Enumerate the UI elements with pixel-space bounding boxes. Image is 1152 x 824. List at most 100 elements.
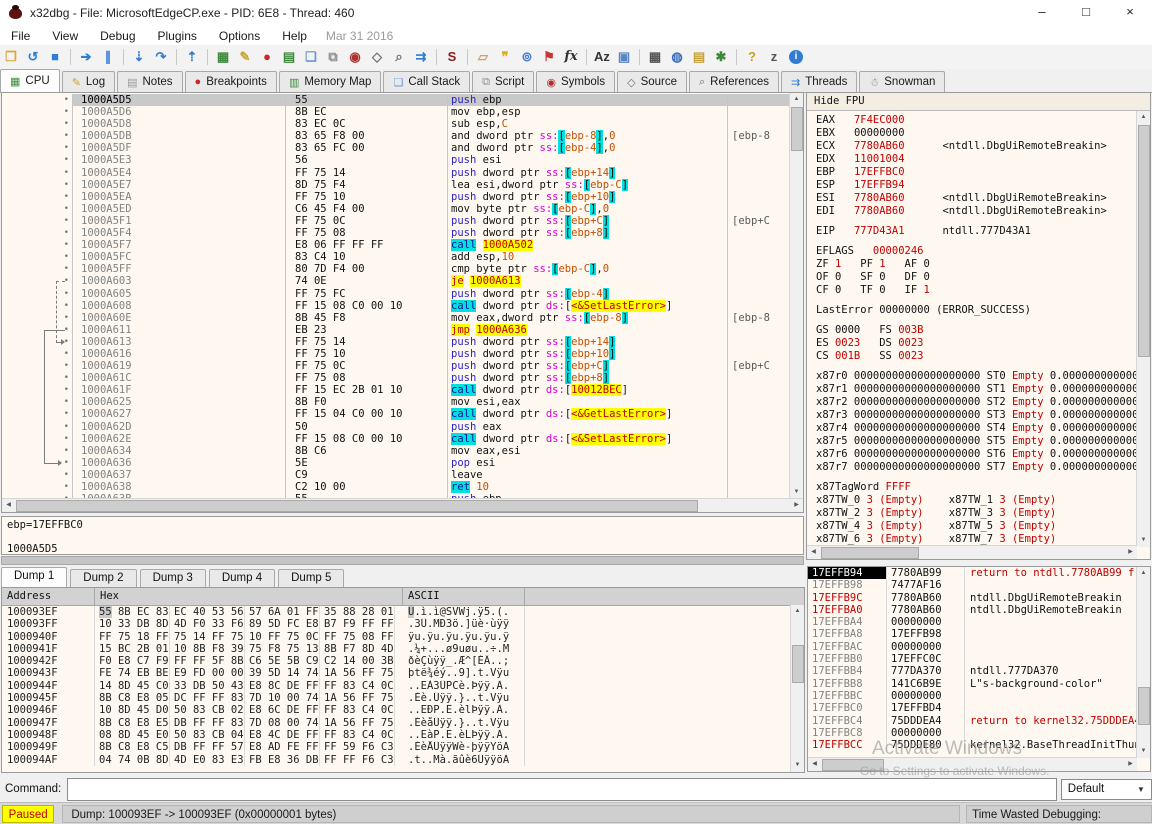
stack-horizontal-scrollbar[interactable]: ◀ ▶ (808, 757, 1137, 771)
breakpoint-dot-icon[interactable]: • (2, 130, 72, 142)
disasm-row[interactable]: •1000A61FFF 15 EC 2B 01 10call dword ptr… (2, 384, 790, 396)
dump-row[interactable]: 1000948F08 8D 45 E050 83 CB 04E8 4C DE F… (2, 729, 804, 741)
breakpoint-dot-icon[interactable]: • (2, 154, 72, 166)
registers-horizontal-scrollbar[interactable]: ◀ ▶ (807, 545, 1137, 559)
run-to-return-icon[interactable]: ⇡ (181, 47, 203, 67)
disasm-row[interactable]: •1000A5EAFF 75 10push dword ptr ss:[ebp+… (2, 191, 790, 203)
breakpoint-icon[interactable]: ● (256, 47, 278, 67)
tab-notes[interactable]: ▤Notes (117, 71, 182, 92)
patches-icon[interactable]: ▱ (472, 47, 494, 67)
register-line[interactable]: x87TagWord FFFF (816, 481, 1137, 494)
register-line[interactable]: x87r5 00000000000000000000 ST5 Empty 0.0… (816, 435, 1137, 448)
bookmarks-icon[interactable]: ⚑ (538, 47, 560, 67)
dump-row[interactable]: 1000947F8B C8 E8 E5DB FF FF 837D 08 00 7… (2, 717, 804, 729)
tab-threads[interactable]: ⇉Threads (781, 71, 857, 92)
register-line[interactable]: CS 001B SS 0023 (816, 350, 1137, 363)
dump-tab-4[interactable]: Dump 4 (209, 569, 275, 587)
stack-row[interactable]: 17EFFBC800000000 (808, 727, 1150, 739)
disasm-row[interactable]: •1000A6258B F0mov esi,eax (2, 396, 790, 408)
menu-item-options[interactable]: Options (208, 29, 271, 43)
source-icon[interactable]: ◇ (366, 47, 388, 67)
stack-row[interactable]: 17EFFBAC00000000 (808, 641, 1150, 653)
stack-vertical-scrollbar[interactable]: ▲ ▼ (1136, 567, 1150, 758)
registers-vertical-scrollbar[interactable]: ▲ ▼ (1136, 111, 1150, 547)
register-line[interactable]: EAX 7F4EC000 (816, 114, 1137, 127)
threads-icon[interactable]: ⇉ (410, 47, 432, 67)
disasm-row[interactable]: •1000A61CFF 75 08push dword ptr ss:[ebp+… (2, 372, 790, 384)
disasm-row[interactable]: •1000A5FF80 7D F4 00cmp byte ptr ss:[ebp… (2, 263, 790, 275)
modules-icon[interactable]: ▣ (613, 47, 635, 67)
disasm-row[interactable]: •1000A5DF83 65 FC 00and dword ptr ss:[eb… (2, 142, 790, 154)
disasm-row[interactable]: •1000A62D50push eax (2, 421, 790, 433)
breakpoint-dot-icon[interactable]: • (2, 239, 72, 251)
breakpoint-dot-icon[interactable]: • (2, 191, 72, 203)
dump-row[interactable]: 1000943FFE 74 EB BEE9 FD 00 0039 5D 14 7… (2, 667, 804, 679)
breakpoint-dot-icon[interactable]: • (2, 481, 72, 493)
open-file-icon[interactable]: ❐ (0, 47, 22, 67)
register-line[interactable]: ES 0023 DS 0023 (816, 337, 1137, 350)
stack-row[interactable]: 17EFFB947780AB99return to ntdll.7780AB99… (808, 567, 1150, 579)
register-line[interactable]: ECX 7780AB60 <ntdll.DbgUiRemoteBreakin> (816, 140, 1137, 153)
stack-row[interactable]: 17EFFB987477AF16 (808, 579, 1150, 591)
tab-call-stack[interactable]: ❏Call Stack (383, 71, 470, 92)
breakpoint-dot-icon[interactable]: • (2, 215, 72, 227)
register-line[interactable]: x87TW_2 3 (Empty) x87TW_3 3 (Empty) (816, 507, 1137, 520)
hide-fpu-button[interactable]: Hide FPU (807, 93, 1150, 111)
pane-splitter[interactable] (1, 556, 804, 565)
tab-symbols[interactable]: ◉Symbols (536, 71, 615, 92)
register-line[interactable]: LastError 00000000 (ERROR_SUCCESS) (816, 304, 1137, 317)
dump-vertical-scrollbar[interactable]: ▲ ▼ (790, 605, 804, 772)
tab-snowman[interactable]: ☃Snowman (859, 71, 945, 92)
disasm-row[interactable]: •1000A5E78D 75 F4lea esi,dword ptr ss:[e… (2, 179, 790, 191)
disasm-row[interactable]: •1000A616FF 75 10push dword ptr ss:[ebp+… (2, 348, 790, 360)
disasm-row[interactable]: •1000A6365Epop esi (2, 457, 790, 469)
register-line[interactable]: EDX 11001004 (816, 153, 1137, 166)
breakpoint-dot-icon[interactable]: • (2, 251, 72, 263)
stop-icon[interactable]: ■ (44, 47, 66, 67)
disassembly-vertical-scrollbar[interactable]: ▲ ▼ (789, 93, 803, 499)
maximize-button[interactable]: □ (1064, 0, 1108, 26)
disasm-row[interactable]: •1000A613FF 75 14push dword ptr ss:[ebp+… (2, 336, 790, 348)
calculator-icon[interactable]: ▦ (644, 47, 666, 67)
stack-row[interactable]: 17EFFBA07780AB60ntdll.DbgUiRemoteBreakin (808, 604, 1150, 616)
symbols-icon[interactable]: ◉ (344, 47, 366, 67)
close-button[interactable]: × (1108, 0, 1152, 26)
register-line[interactable]: OF 0 SF 0 DF 0 (816, 271, 1137, 284)
register-line[interactable]: GS 0000 FS 003B (816, 324, 1137, 337)
tab-script[interactable]: ⧉Script (472, 71, 534, 92)
disasm-row[interactable]: •1000A5E356push esi (2, 154, 790, 166)
dump-row[interactable]: 1000946F10 8D 45 D050 83 CB 02E8 6C DE F… (2, 704, 804, 716)
register-line[interactable]: EDI 7780AB60 <ntdll.DbgUiRemoteBreakin> (816, 205, 1137, 218)
disasm-row[interactable]: •1000A5F7E8 06 FF FF FFcall 1000A502 (2, 239, 790, 251)
minimize-button[interactable]: – (1020, 0, 1064, 26)
pause-icon[interactable]: ∥ (97, 47, 119, 67)
disasm-row[interactable]: •1000A60374 0Eje 1000A613 (2, 275, 790, 287)
stack-row[interactable]: 17EFFBA400000000 (808, 616, 1150, 628)
register-line[interactable]: ESP 17EFFB94 (816, 179, 1137, 192)
ascii-table-icon[interactable]: Az (591, 47, 613, 67)
disasm-row[interactable]: •1000A5DB83 65 F8 00and dword ptr ss:[eb… (2, 130, 790, 142)
disasm-row[interactable]: •1000A611EB 23jmp 1000A636 (2, 324, 790, 336)
breakpoint-dot-icon[interactable]: • (2, 263, 72, 275)
log-icon[interactable]: ✎ (234, 47, 256, 67)
notes-card-icon[interactable]: ▤ (688, 47, 710, 67)
register-line[interactable]: x87r4 00000000000000000000 ST4 Empty 0.0… (816, 422, 1137, 435)
breakpoint-dot-icon[interactable]: • (2, 227, 72, 239)
disasm-row[interactable]: •1000A5E4FF 75 14push dword ptr ss:[ebp+… (2, 167, 790, 179)
breakpoint-dot-icon[interactable]: • (2, 142, 72, 154)
stack-row[interactable]: 17EFFBCC75DDDE80kernel32.BaseThreadInitT… (808, 739, 1150, 751)
disasm-row[interactable]: •1000A605FF 75 FCpush dword ptr ss:[ebp-… (2, 288, 790, 300)
register-line[interactable]: x87r1 00000000000000000000 ST1 Empty 0.0… (816, 383, 1137, 396)
register-line[interactable]: x87r2 00000000000000000000 ST2 Empty 0.0… (816, 396, 1137, 409)
step-over-icon[interactable]: ↷ (150, 47, 172, 67)
disasm-row[interactable]: •1000A62EFF 15 08 C0 00 10call dword ptr… (2, 433, 790, 445)
stack-row[interactable]: 17EFFBBC00000000 (808, 690, 1150, 702)
dump-row[interactable]: 100093EF55 8B EC 83EC 40 53 5657 6A 01 F… (2, 606, 804, 618)
tab-memory-map[interactable]: ▥Memory Map (279, 71, 382, 92)
disasm-row[interactable]: •1000A5F1FF 75 0Cpush dword ptr ss:[ebp+… (2, 215, 790, 227)
references-icon[interactable]: ⌕ (388, 47, 410, 67)
breakpoint-dot-icon[interactable]: • (2, 118, 72, 130)
dump-tab-5[interactable]: Dump 5 (278, 569, 344, 587)
register-line[interactable]: x87r0 00000000000000000000 ST0 Empty 0.0… (816, 370, 1137, 383)
disasm-row[interactable]: •1000A619FF 75 0Cpush dword ptr ss:[ebp+… (2, 360, 790, 372)
